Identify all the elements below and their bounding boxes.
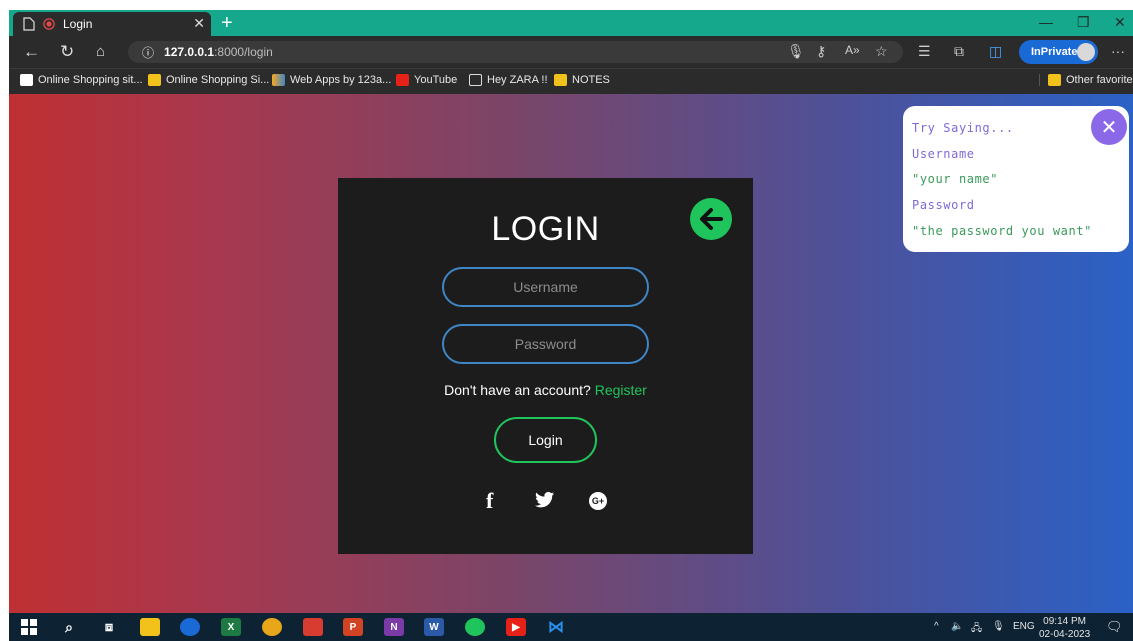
username-input[interactable] bbox=[442, 267, 649, 307]
more-icon[interactable]: ··· bbox=[1111, 43, 1125, 59]
google-plus-icon[interactable]: G+ bbox=[589, 492, 607, 510]
page-viewport: LOGIN Don't have an account? Register Lo… bbox=[9, 94, 1133, 613]
word-icon[interactable]: W bbox=[424, 618, 444, 636]
login-button[interactable]: Login bbox=[494, 417, 597, 463]
facebook-icon[interactable]: f bbox=[486, 488, 493, 514]
favorite-label: Web Apps by 123a... bbox=[290, 74, 392, 86]
minimize-icon[interactable]: — bbox=[1039, 14, 1053, 30]
add-favorite-icon[interactable]: ☆ bbox=[875, 43, 888, 60]
favorite-item[interactable]: Web Apps by 123a... bbox=[272, 74, 391, 86]
search-icon[interactable]: ⌕ bbox=[59, 618, 79, 636]
inprivate-label: InPrivate bbox=[1031, 46, 1078, 58]
taskbar: ⌕ ⧈ X P N W ▶ ⋈ ^ 🔈 🖧 🎙 ENG 09:14 PM 02-… bbox=[9, 613, 1133, 641]
avatar bbox=[1077, 43, 1095, 61]
excel-icon[interactable]: X bbox=[221, 618, 241, 636]
voice-hint-item: Password bbox=[912, 198, 975, 212]
notification-icon[interactable]: 🗨 bbox=[1106, 619, 1123, 635]
signup-text: Don't have an account? bbox=[444, 382, 591, 398]
clock-time: 09:14 PM bbox=[1043, 616, 1086, 627]
spotify-icon[interactable] bbox=[465, 618, 485, 636]
favorite-label: YouTube bbox=[414, 74, 458, 86]
twitter-icon[interactable] bbox=[535, 491, 555, 515]
speaker-icon[interactable]: 🔈 bbox=[951, 621, 963, 632]
favorites-icon[interactable]: ☰ bbox=[918, 43, 931, 60]
app-icon[interactable] bbox=[303, 618, 323, 636]
back-icon[interactable]: ← bbox=[23, 42, 40, 62]
file-explorer-icon[interactable] bbox=[140, 618, 160, 636]
favorite-item[interactable]: Online Shopping sit... bbox=[20, 74, 143, 86]
favorite-item[interactable]: YouTube bbox=[396, 74, 457, 86]
web-apps-icon bbox=[272, 74, 285, 86]
close-panel-button[interactable]: ✕ bbox=[1091, 109, 1127, 145]
page-icon bbox=[23, 17, 35, 31]
voice-hint-panel: Try Saying... Username "your name" Passw… bbox=[903, 106, 1129, 252]
favorite-label: Online Shopping sit... bbox=[38, 74, 143, 86]
url-path: :8000/login bbox=[214, 45, 273, 59]
voice-hint-item: "your name" bbox=[912, 172, 999, 186]
voice-hint-item: "the password you want" bbox=[912, 224, 1092, 238]
read-aloud-icon[interactable]: A» bbox=[845, 43, 860, 57]
tab-title: Login bbox=[63, 17, 93, 31]
password-input[interactable] bbox=[442, 324, 649, 364]
home-icon[interactable]: ⌂ bbox=[96, 43, 105, 60]
favorite-item[interactable]: Online Shopping Si... bbox=[148, 74, 269, 86]
info-icon: ⓘ bbox=[142, 45, 155, 60]
vscode-icon[interactable]: ⋈ bbox=[546, 618, 566, 636]
register-link[interactable]: Register bbox=[595, 382, 647, 398]
shopping-icon bbox=[148, 74, 161, 86]
clock-date: 02-04-2023 bbox=[1039, 629, 1091, 640]
close-tab-icon[interactable]: ✕ bbox=[193, 15, 205, 32]
chevron-up-icon[interactable]: ^ bbox=[934, 621, 939, 632]
restore-icon[interactable]: ❐ bbox=[1077, 14, 1090, 31]
windows-start-icon[interactable] bbox=[19, 618, 39, 636]
other-favorites[interactable]: Other favorites bbox=[1039, 74, 1133, 86]
close-icon: ✕ bbox=[1100, 116, 1118, 139]
favorite-item[interactable]: Hey ZARA !! bbox=[469, 74, 548, 86]
folder-icon bbox=[554, 74, 567, 86]
youtube-icon[interactable]: ▶ bbox=[506, 618, 526, 636]
browser-tab[interactable]: Login ✕ bbox=[13, 12, 211, 36]
clock[interactable]: 09:14 PM 02-04-2023 bbox=[1039, 615, 1090, 641]
edge-bar-icon[interactable]: ◫ bbox=[989, 43, 1002, 60]
other-favorites-label: Other favorites bbox=[1066, 74, 1133, 86]
arrow-left-icon bbox=[700, 208, 723, 230]
new-tab-button[interactable]: + bbox=[221, 12, 233, 34]
login-card: LOGIN Don't have an account? Register Lo… bbox=[338, 178, 753, 554]
language-indicator[interactable]: ENG bbox=[1013, 621, 1035, 632]
address-toolbar: ← ↻ ⌂ ⓘ 127.0.0.1:8000/login 🎙 ⚷ A» ☆ ☰ … bbox=[9, 36, 1133, 68]
recording-icon bbox=[43, 17, 55, 31]
page-icon bbox=[469, 74, 482, 86]
favorite-label: NOTES bbox=[572, 74, 610, 86]
onenote-icon[interactable]: N bbox=[384, 618, 404, 636]
microphone-icon[interactable]: 🎙 bbox=[992, 621, 1005, 632]
signup-prompt: Don't have an account? Register bbox=[338, 382, 753, 398]
key-icon[interactable]: ⚷ bbox=[816, 43, 826, 60]
favorites-bar: Online Shopping sit... Online Shopping S… bbox=[9, 68, 1133, 94]
favorite-label: Hey ZARA !! bbox=[487, 74, 548, 86]
url-host: 127.0.0.1 bbox=[164, 45, 215, 59]
network-icon[interactable]: 🖧 bbox=[971, 621, 982, 638]
task-view-icon[interactable]: ⧈ bbox=[99, 618, 119, 636]
edge-icon[interactable] bbox=[180, 618, 200, 636]
powerpoint-icon[interactable]: P bbox=[343, 618, 363, 636]
youtube-icon bbox=[396, 74, 409, 86]
browser-tab-strip: Login ✕ + — ❐ ✕ bbox=[9, 10, 1133, 36]
back-button[interactable] bbox=[690, 198, 732, 240]
close-window-icon[interactable]: ✕ bbox=[1114, 14, 1126, 31]
favorite-label: Online Shopping Si... bbox=[166, 74, 270, 86]
chrome-icon[interactable] bbox=[262, 618, 282, 636]
microphone-icon[interactable]: 🎙 bbox=[787, 43, 805, 60]
collections-icon[interactable]: ⧉ bbox=[954, 43, 964, 60]
voice-hint-item: Try Saying... bbox=[912, 121, 1014, 135]
refresh-icon[interactable]: ↻ bbox=[60, 42, 74, 62]
voice-hint-item: Username bbox=[912, 147, 975, 161]
folder-icon bbox=[1048, 74, 1061, 86]
favorite-item[interactable]: NOTES bbox=[554, 74, 610, 86]
amazon-icon bbox=[20, 74, 33, 86]
inprivate-button[interactable]: InPrivate bbox=[1019, 40, 1098, 64]
